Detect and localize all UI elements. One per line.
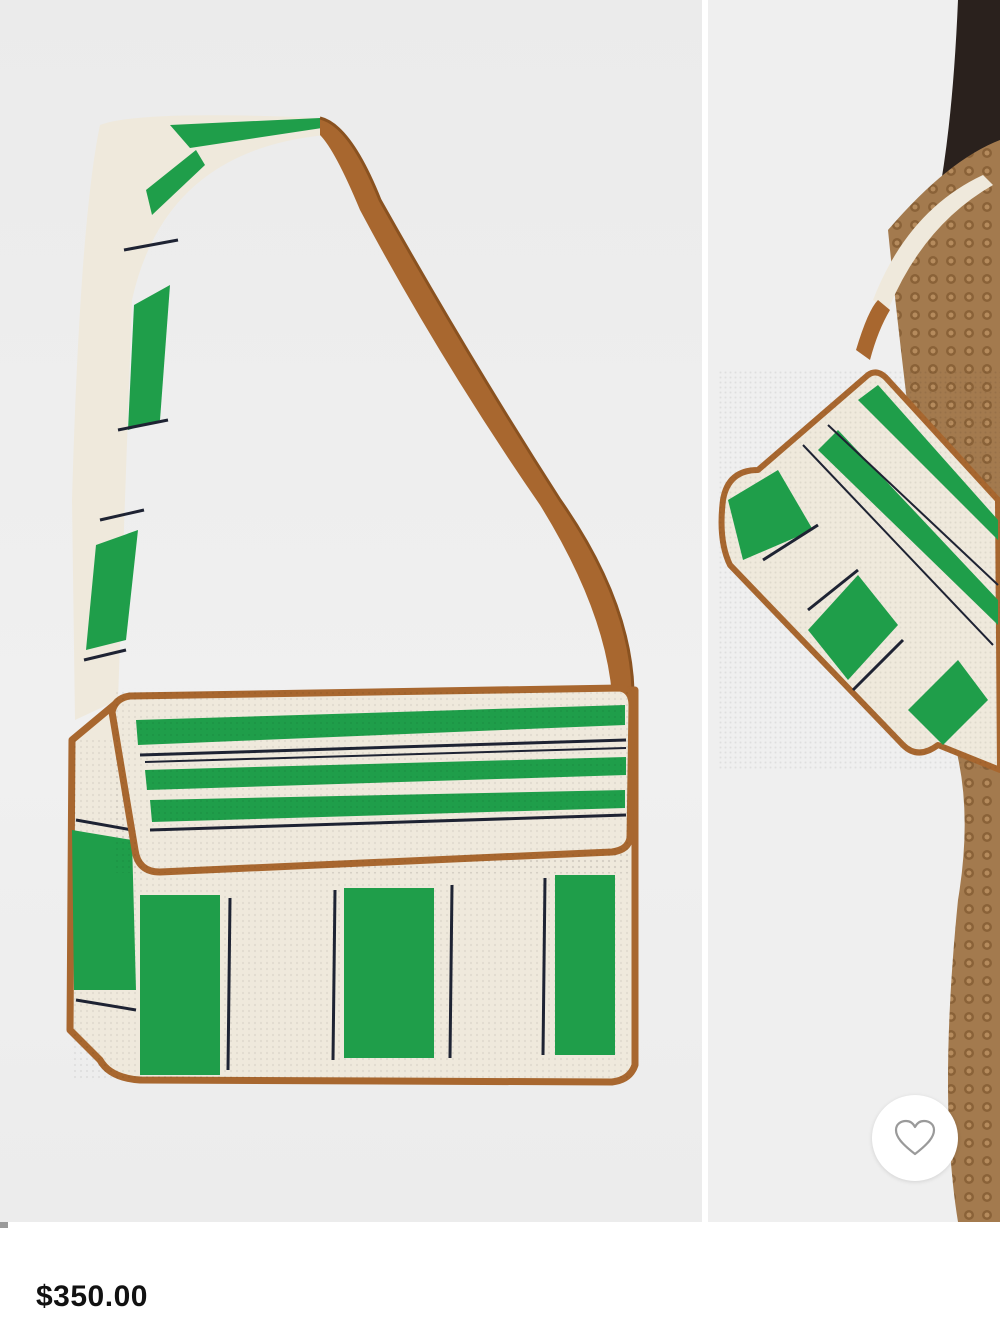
heart-outline-icon	[894, 1119, 936, 1156]
beaded-shoulder-bag-image	[66, 115, 639, 1086]
product-image-main[interactable]	[0, 0, 702, 1222]
model-wearing-bag-image	[718, 0, 1000, 1222]
product-price: $350.00	[36, 1280, 148, 1313]
product-image-secondary[interactable]	[708, 0, 1000, 1222]
add-to-wishlist-button[interactable]	[872, 1095, 958, 1181]
product-image-gallery[interactable]	[0, 0, 1000, 1222]
gallery-scroll-indicator	[0, 1222, 8, 1228]
